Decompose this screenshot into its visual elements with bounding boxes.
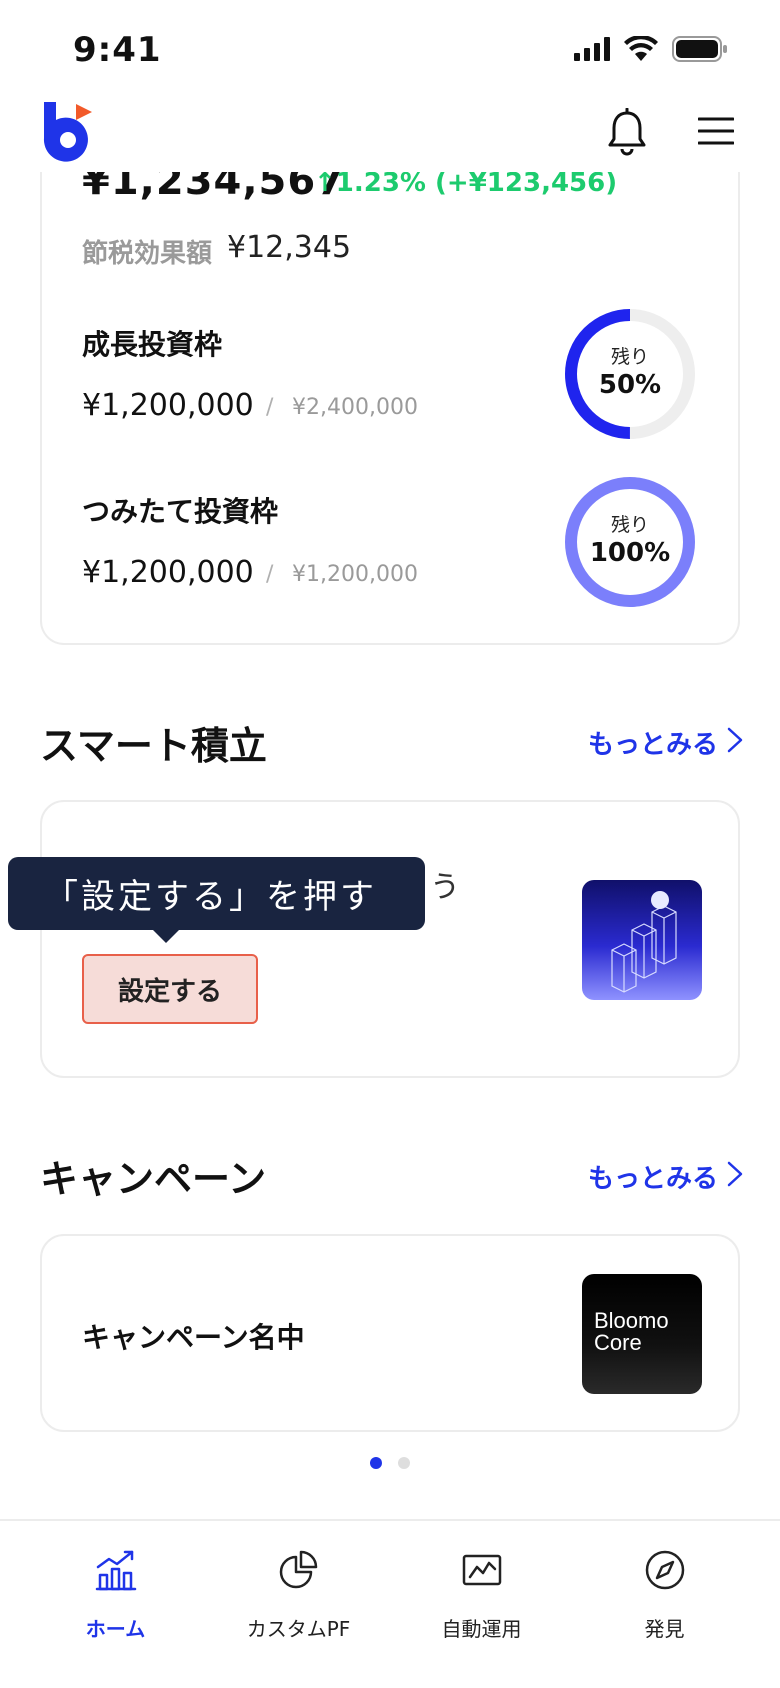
- campaign-more-link[interactable]: もっとみる: [588, 1158, 718, 1195]
- tab-auto-investing[interactable]: 自動運用: [384, 1521, 579, 1651]
- status-time: 9:41: [73, 30, 162, 70]
- tax-saving-label: 節税効果額: [82, 239, 213, 269]
- carousel-pager: [370, 1457, 410, 1469]
- tsumitate-quota-ring-label: 残り: [610, 514, 649, 536]
- smart-thumbnail: [582, 880, 702, 1000]
- instruction-tooltip: 「設定する」を押す: [8, 857, 425, 930]
- app-header: [0, 90, 780, 172]
- smart-more-link[interactable]: もっとみる: [588, 724, 718, 761]
- growth-quota-title: 成長投資枠: [82, 328, 223, 361]
- growth-quota-ring-value: 50%: [598, 370, 662, 400]
- bottom-tab-bar: ホーム カスタムPF 自動運用 発見: [0, 1519, 780, 1688]
- tsumitate-quota-used: ¥1,200,000: [82, 555, 254, 590]
- status-icons: [574, 36, 728, 62]
- smart-section-title: スマート積立: [40, 724, 267, 768]
- cellular-signal-icon: [574, 37, 610, 61]
- tsumitate-quota-limit: ¥1,200,000: [292, 562, 418, 587]
- tab-home-label: ホーム: [85, 1617, 146, 1641]
- growth-quota-ring-label: 残り: [610, 346, 649, 368]
- pager-dot[interactable]: [370, 1457, 382, 1469]
- pager-dot[interactable]: [398, 1457, 410, 1469]
- campaign-more-chevron-icon[interactable]: [726, 1160, 744, 1188]
- tax-saving-value: ¥12,345: [227, 230, 352, 265]
- status-bar: 9:41: [0, 0, 780, 100]
- notification-bell-icon[interactable]: [605, 108, 649, 156]
- chart-bars-icon: [95, 1550, 137, 1591]
- compass-icon: [645, 1550, 685, 1590]
- asset-summary-card: ¥1,234,567 ↑1.23% (+¥123,456) 節税効果額 ¥12,…: [40, 120, 740, 645]
- growth-quota-used: ¥1,200,000: [82, 388, 254, 423]
- pie-chart-icon: [279, 1550, 318, 1589]
- campaign-card[interactable]: キャンペーン名中 Bloomo Core: [40, 1234, 740, 1432]
- battery-icon: [672, 36, 727, 62]
- instruction-tooltip-arrow: [152, 929, 180, 943]
- smart-more-chevron-icon[interactable]: [726, 726, 744, 754]
- smart-card-partial-text: う: [430, 870, 460, 905]
- tab-discover-label: 発見: [644, 1617, 685, 1641]
- tab-home[interactable]: ホーム: [18, 1521, 213, 1651]
- campaign-thumbnail-logo-text: Bloomo Core: [594, 1310, 669, 1354]
- tsumitate-quota-title: つみたて投資枠: [82, 495, 279, 528]
- campaign-thumbnail: Bloomo Core: [582, 1274, 702, 1394]
- growth-quota-limit: ¥2,400,000: [292, 395, 418, 420]
- tab-auto-investing-label: 自動運用: [441, 1617, 522, 1641]
- total-asset-change: ↑1.23% (+¥123,456): [314, 168, 618, 198]
- hamburger-menu-icon[interactable]: [698, 116, 734, 146]
- campaign-name: キャンペーン名中: [82, 1321, 305, 1354]
- growth-quota-separator: /: [266, 395, 274, 420]
- campaign-thumbnail-line2: Core: [594, 1330, 642, 1355]
- wifi-icon: [624, 36, 658, 61]
- line-chart-icon: [462, 1554, 502, 1586]
- campaign-section-title: キャンペーン: [40, 1157, 267, 1201]
- growth-quota-ring: 残り 50%: [564, 308, 696, 440]
- campaign-thumbnail-line1: Bloomo: [594, 1308, 669, 1333]
- tab-custom-pf-label: カスタムPF: [246, 1617, 351, 1641]
- building-chart-illustration: [582, 880, 702, 1000]
- tsumitate-quota-ring: 残り 100%: [564, 476, 696, 608]
- app-logo[interactable]: [40, 100, 96, 164]
- tab-discover[interactable]: 発見: [567, 1521, 762, 1651]
- set-button[interactable]: 設定する: [82, 954, 258, 1024]
- smart-card: う 設定する: [40, 800, 740, 1078]
- tsumitate-quota-separator: /: [266, 562, 274, 587]
- tab-custom-pf[interactable]: カスタムPF: [201, 1521, 396, 1651]
- tsumitate-quota-ring-value: 100%: [589, 538, 671, 568]
